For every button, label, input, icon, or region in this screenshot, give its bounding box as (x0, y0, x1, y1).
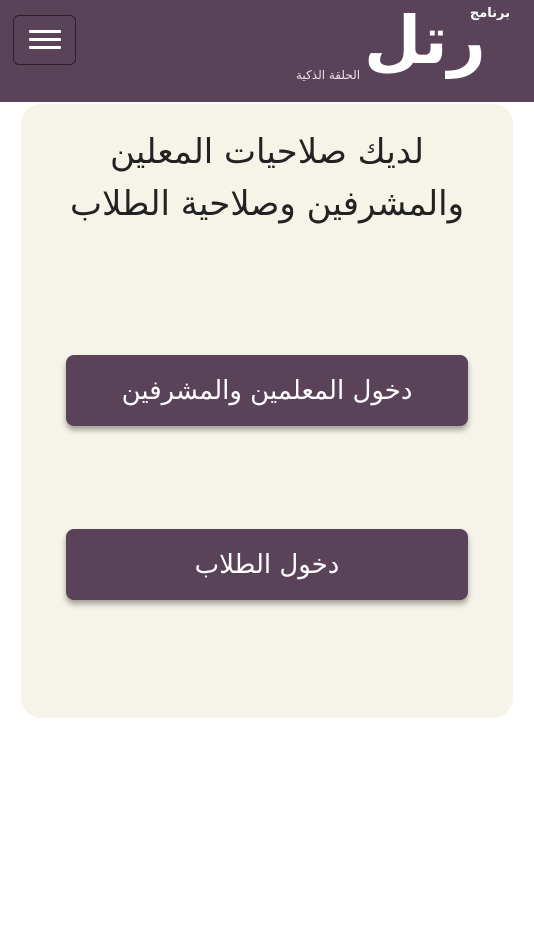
hamburger-menu-icon-bar (29, 46, 61, 49)
students-login-button[interactable]: دخول الطلاب (66, 529, 468, 600)
teachers-login-button[interactable]: دخول المعلمين والمشرفين (66, 355, 468, 426)
logo-name: رتل (364, 2, 486, 79)
hamburger-menu-icon-bar (29, 38, 61, 41)
login-choice-card: لديك صلاحيات المعلين والمشرفين وصلاحية ا… (21, 104, 513, 718)
permissions-heading: لديك صلاحيات المعلين والمشرفين وصلاحية ا… (69, 132, 465, 224)
app-logo[interactable]: برنامج رتل الحلقة الذكية (292, 2, 512, 92)
top-navbar: برنامج رتل الحلقة الذكية (0, 0, 534, 102)
menu-toggle-button[interactable] (13, 15, 76, 65)
logo-tagline: الحلقة الذكية (296, 68, 361, 82)
hamburger-menu-icon (29, 30, 61, 33)
